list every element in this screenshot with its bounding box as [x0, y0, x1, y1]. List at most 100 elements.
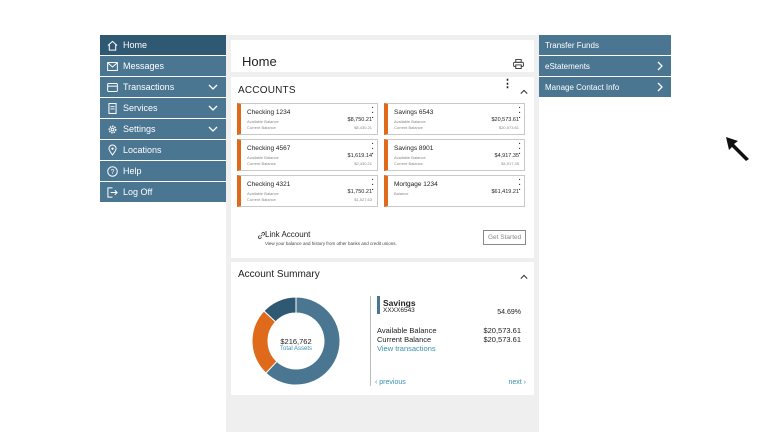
- account-name: Checking 4567: [247, 145, 291, 152]
- get-started-button[interactable]: Get Started: [483, 230, 527, 245]
- current-balance: $8,430.21: [354, 125, 372, 130]
- card-icon: [106, 81, 118, 93]
- more-options-icon[interactable]: · · ·: [372, 105, 374, 122]
- mail-icon: [106, 60, 118, 72]
- manage-contact-info-button[interactable]: Manage Contact Info: [539, 77, 671, 97]
- accounts-heading: ACCOUNTS: [238, 85, 296, 96]
- sidebar-item-label: Settings: [123, 124, 156, 134]
- chevron-up-icon[interactable]: [520, 83, 528, 101]
- chevron-up-icon[interactable]: [520, 268, 528, 286]
- available-balance-label: Available Balance: [377, 326, 437, 335]
- account-name: Savings 8901: [394, 145, 434, 152]
- account-name: Savings 6543: [394, 109, 434, 116]
- account-tile[interactable]: Savings 6543 Available Balance Current B…: [384, 103, 525, 135]
- available-balance: $8,750.21: [347, 117, 372, 123]
- sidebar-item-services[interactable]: Services: [100, 98, 226, 118]
- chevron-down-icon[interactable]: [208, 124, 218, 136]
- sidebar-item-transactions[interactable]: Transactions: [100, 77, 226, 97]
- balance-label: Available Balance: [247, 191, 279, 196]
- account-tile[interactable]: Checking 1234 Available Balance Current …: [237, 103, 378, 135]
- sidebar-item-settings[interactable]: Settings: [100, 119, 226, 139]
- more-options-icon[interactable]: · · ·: [519, 177, 521, 194]
- chevron-right-icon: [655, 61, 664, 73]
- account-summary-card: Account Summary $216,762 Total Assets Sa…: [231, 262, 534, 395]
- account-tile[interactable]: Mortgage 1234 Balance $61,419.21 · · ·: [384, 175, 525, 207]
- available-balance: $1,619.14: [347, 153, 372, 159]
- account-tile[interactable]: Checking 4567 Available Balance Current …: [237, 139, 378, 171]
- chevron-down-icon[interactable]: [208, 82, 218, 94]
- balance-label: Available Balance: [394, 119, 426, 124]
- more-options-icon[interactable]: · · ·: [519, 105, 521, 122]
- balance-label: Current Balance: [394, 125, 423, 130]
- account-tile[interactable]: Checking 4321 Available Balance Current …: [237, 175, 378, 207]
- summary-account-number: XXXX6543: [383, 307, 415, 314]
- account-tile[interactable]: Savings 8901 Available Balance Current B…: [384, 139, 525, 171]
- summary-percent: 54.69%: [497, 309, 521, 316]
- available-balance-value: $20,573.61: [483, 326, 521, 335]
- logout-icon: [106, 186, 118, 198]
- transfer-funds-button[interactable]: Transfer Funds: [539, 35, 671, 55]
- previous-link[interactable]: ‹ previous: [375, 379, 406, 386]
- estatements-label: eStatements: [545, 61, 590, 71]
- current-balance-value: $20,573.61: [483, 335, 521, 344]
- view-transactions-link[interactable]: View transactions: [377, 344, 436, 353]
- previous-label: previous: [379, 379, 406, 386]
- manage-contact-label: Manage Contact Info: [545, 82, 620, 92]
- sidebar-item-help[interactable]: ? Help: [100, 161, 226, 181]
- divider: [370, 296, 371, 386]
- sidebar-item-home[interactable]: Home: [100, 35, 226, 55]
- sidebar-item-locations[interactable]: Locations: [100, 140, 226, 160]
- current-balance: $4,917.35: [501, 161, 519, 166]
- sidebar-item-label: Services: [123, 103, 158, 113]
- balance-label: Current Balance: [247, 197, 276, 202]
- sidebar-item-label: Transactions: [123, 82, 175, 92]
- account-name: Mortgage 1234: [394, 181, 438, 188]
- print-icon[interactable]: [513, 56, 524, 74]
- document-icon: [106, 102, 118, 114]
- main-content: Home ACCOUNTS ⋮ Checking 1234 Available …: [226, 35, 539, 432]
- balance-label: Current Balance: [247, 125, 276, 130]
- more-options-icon[interactable]: · · ·: [372, 141, 374, 158]
- account-name: Checking 4321: [247, 181, 291, 188]
- current-balance: $2,430.21: [354, 161, 372, 166]
- link-account-card: Link Account View your balance and histo…: [231, 220, 534, 258]
- link-account-title[interactable]: Link Account: [265, 230, 310, 239]
- sidebar-item-messages[interactable]: Messages: [100, 56, 226, 76]
- chevron-down-icon[interactable]: [208, 103, 218, 115]
- help-icon: ?: [106, 165, 118, 177]
- quick-links-panel: Transfer Funds eStatements Manage Contac…: [539, 35, 671, 98]
- transfer-funds-label: Transfer Funds: [545, 40, 599, 50]
- sidebar-item-logoff[interactable]: Log Off: [100, 182, 226, 202]
- next-label: next: [508, 379, 522, 386]
- balance-label: Available Balance: [247, 119, 279, 124]
- more-options-icon[interactable]: · · ·: [519, 141, 521, 158]
- balance-value: $61,419.21: [491, 189, 519, 195]
- account-color-bar: [377, 296, 380, 314]
- sidebar-item-label: Log Off: [123, 187, 153, 197]
- current-balance: $20,573.61: [498, 125, 519, 130]
- summary-heading: Account Summary: [238, 269, 320, 280]
- link-account-description: View your balance and history from other…: [265, 241, 397, 246]
- sidebar-item-label: Home: [123, 40, 148, 50]
- page-header: Home: [231, 40, 534, 72]
- location-pin-icon: [106, 144, 118, 156]
- next-link[interactable]: next ›: [508, 379, 526, 386]
- sidebar-nav: Home Messages Transactions Services Sett…: [100, 35, 226, 203]
- balance-label: Current Balance: [247, 161, 276, 166]
- sidebar-item-label: Messages: [123, 61, 165, 71]
- sidebar-item-label: Locations: [123, 145, 162, 155]
- estatements-button[interactable]: eStatements: [539, 56, 671, 76]
- more-options-icon[interactable]: · · ·: [372, 177, 374, 194]
- total-assets-label: Total Assets: [279, 346, 313, 352]
- available-balance: $4,917.35: [494, 153, 519, 159]
- donut-segment[interactable]: [251, 310, 278, 374]
- available-balance: $20,573.61: [491, 117, 519, 123]
- home-icon: [106, 39, 118, 51]
- available-balance: $1,750.21: [347, 189, 372, 195]
- balance-label: Current Balance: [394, 161, 423, 166]
- more-options-icon[interactable]: ⋮: [502, 79, 513, 90]
- balance-label: Available Balance: [394, 155, 426, 160]
- current-balance-label: Current Balance: [377, 335, 432, 344]
- page-title: Home: [242, 54, 277, 69]
- current-balance: $1,527.63: [354, 197, 372, 202]
